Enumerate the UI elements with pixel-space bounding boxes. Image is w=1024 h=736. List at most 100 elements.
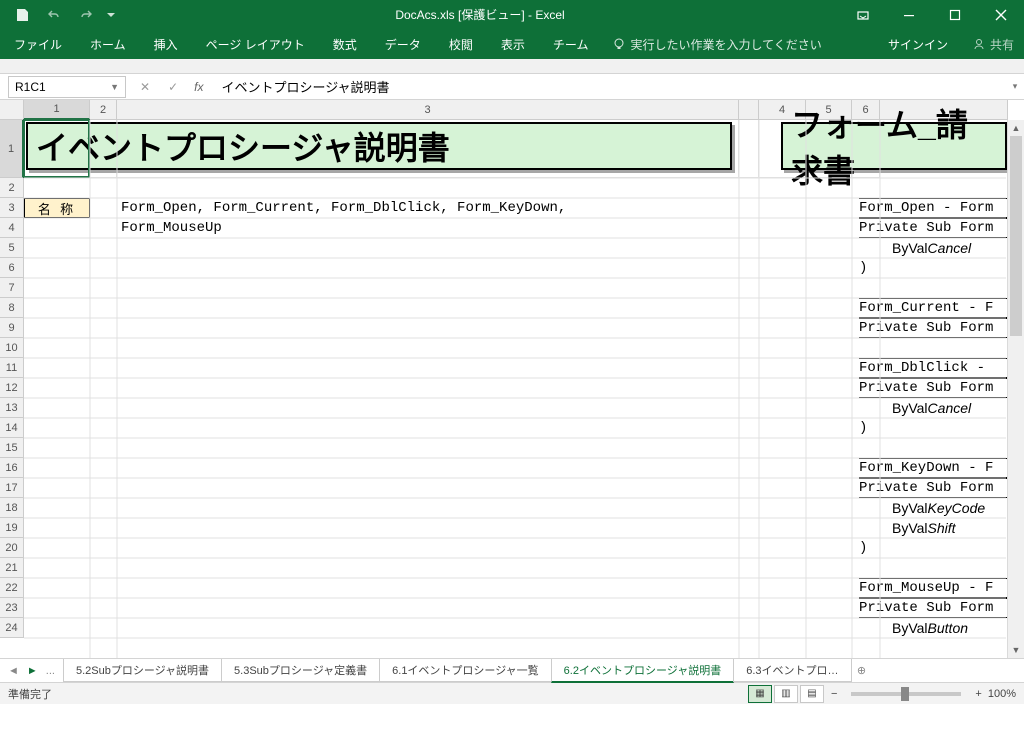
insert-function-icon[interactable]: fx xyxy=(188,80,209,94)
share-button[interactable]: 共有 xyxy=(962,36,1024,53)
save-icon[interactable] xyxy=(6,0,38,29)
sheet-tab-active[interactable]: 6.2イベントプロシージャ説明書 xyxy=(551,659,735,683)
code-line[interactable]: ) xyxy=(859,258,867,278)
name-box[interactable]: R1C1 ▼ xyxy=(8,76,126,98)
col-header[interactable]: 1 xyxy=(24,100,90,120)
code-line[interactable]: Form_DblClick - xyxy=(859,358,1009,378)
row-header[interactable]: 14 xyxy=(0,418,24,438)
enter-formula-icon[interactable]: ✓ xyxy=(168,80,178,94)
qat-customize-icon[interactable] xyxy=(102,0,120,29)
code-line[interactable]: Form_Current - F xyxy=(859,298,1009,318)
code-line[interactable]: ) xyxy=(859,538,867,558)
sheet-nav-ellipsis[interactable]: ... xyxy=(46,665,55,677)
row-header[interactable]: 7 xyxy=(0,278,24,298)
scroll-down-icon[interactable]: ▼ xyxy=(1008,642,1024,658)
ribbon-options-icon[interactable] xyxy=(840,0,886,29)
row-header[interactable]: 22 xyxy=(0,578,24,598)
tab-data[interactable]: データ xyxy=(371,29,435,59)
tab-home[interactable]: ホーム xyxy=(76,29,140,59)
row-header[interactable]: 18 xyxy=(0,498,24,518)
row-header[interactable]: 2 xyxy=(0,178,24,198)
tab-review[interactable]: 校閲 xyxy=(435,29,487,59)
row-header[interactable]: 24 xyxy=(0,618,24,638)
cell-r3c3[interactable]: Form_Open, Form_Current, Form_DblClick, … xyxy=(117,198,739,218)
formula-bar-expand-icon[interactable]: ▾ xyxy=(1006,81,1024,92)
name-box-dropdown-icon[interactable]: ▼ xyxy=(110,82,119,92)
row-header[interactable]: 4 xyxy=(0,218,24,238)
col-header[interactable]: 3 xyxy=(117,100,739,120)
row-header[interactable]: 19 xyxy=(0,518,24,538)
signin-button[interactable]: サインイン xyxy=(874,36,962,53)
view-normal-icon[interactable]: ▦ xyxy=(748,685,772,703)
row-header[interactable]: 11 xyxy=(0,358,24,378)
code-line[interactable]: Private Sub Form xyxy=(859,218,1009,238)
cell-r4c3[interactable]: Form_MouseUp xyxy=(117,218,739,238)
row-header[interactable]: 15 xyxy=(0,438,24,458)
maximize-icon[interactable] xyxy=(932,0,978,29)
code-line[interactable]: ) xyxy=(859,418,867,438)
code-line[interactable]: Private Sub Form xyxy=(859,378,1009,398)
tab-formulas[interactable]: 数式 xyxy=(319,29,371,59)
tab-team[interactable]: チーム xyxy=(539,29,603,59)
code-line[interactable]: Form_MouseUp - F xyxy=(859,578,1009,598)
add-sheet-icon[interactable]: ⊕ xyxy=(851,664,873,677)
cell-label-name[interactable]: 名 称 xyxy=(24,198,90,218)
tab-file[interactable]: ファイル xyxy=(0,29,76,59)
undo-icon[interactable] xyxy=(38,0,70,29)
col-header[interactable]: 2 xyxy=(90,100,117,120)
vertical-scrollbar[interactable]: ▲ ▼ xyxy=(1007,120,1024,658)
code-text: ByVal xyxy=(892,500,928,516)
select-all-cell[interactable] xyxy=(0,100,24,120)
scrollbar-thumb[interactable] xyxy=(1010,136,1022,336)
sheet-nav-next-icon[interactable]: ► xyxy=(27,665,38,677)
tab-pagelayout[interactable]: ページ レイアウト xyxy=(192,29,319,59)
code-line[interactable]: Form_Open - Form xyxy=(859,198,1009,218)
code-line[interactable]: Form_KeyDown - F xyxy=(859,458,1009,478)
row-header[interactable]: 5 xyxy=(0,238,24,258)
row-header[interactable]: 17 xyxy=(0,478,24,498)
redo-icon[interactable] xyxy=(70,0,102,29)
sheet-nav-first-icon[interactable]: ◄ xyxy=(8,665,19,677)
code-line[interactable]: Private Sub Form xyxy=(859,318,1009,338)
row-header[interactable]: 9 xyxy=(0,318,24,338)
row-header[interactable]: 23 xyxy=(0,598,24,618)
col-header[interactable] xyxy=(739,100,759,120)
row-header[interactable]: 6 xyxy=(0,258,24,278)
sheet-tab[interactable]: 6.3イベントプロ… xyxy=(733,659,851,682)
minimize-icon[interactable] xyxy=(886,0,932,29)
share-label: 共有 xyxy=(990,36,1014,53)
formula-bar: R1C1 ▼ ✕ ✓ fx イベントプロシージャ説明書 ▾ xyxy=(0,74,1024,100)
code-line[interactable]: Private Sub Form xyxy=(859,478,1009,498)
zoom-out-icon[interactable]: − xyxy=(831,688,837,700)
row-header[interactable]: 10 xyxy=(0,338,24,358)
row-header[interactable]: 3 xyxy=(0,198,24,218)
sheet-tab[interactable]: 6.1イベントプロシージャ一覧 xyxy=(379,659,552,682)
view-pagelayout-icon[interactable]: ▥ xyxy=(774,685,798,703)
row-header[interactable]: 1 xyxy=(0,120,24,178)
row-header[interactable]: 20 xyxy=(0,538,24,558)
tab-view[interactable]: 表示 xyxy=(487,29,539,59)
tell-me-box[interactable]: 実行したい作業を入力してください xyxy=(602,36,831,53)
row-header[interactable]: 8 xyxy=(0,298,24,318)
zoom-level[interactable]: 100% xyxy=(988,688,1016,700)
cells-area[interactable]: イベントプロシージャ説明書 フォーム_請求書 名 称 Form_Open, Fo… xyxy=(24,120,1006,658)
scroll-up-icon[interactable]: ▲ xyxy=(1008,120,1024,136)
sheet-tab[interactable]: 5.3Subプロシージャ定義書 xyxy=(221,659,380,682)
form-title-cell[interactable]: フォーム_請求書 xyxy=(781,122,1007,170)
view-pagebreak-icon[interactable]: ▤ xyxy=(800,685,824,703)
row-header[interactable]: 13 xyxy=(0,398,24,418)
zoom-slider-handle[interactable] xyxy=(901,687,909,701)
tab-insert[interactable]: 挿入 xyxy=(140,29,192,59)
sheet-tab[interactable]: 5.2Subプロシージャ説明書 xyxy=(63,659,222,682)
row-header[interactable]: 16 xyxy=(0,458,24,478)
zoom-in-icon[interactable]: + xyxy=(975,688,981,700)
formula-input[interactable]: イベントプロシージャ説明書 xyxy=(209,77,1006,96)
cancel-formula-icon[interactable]: ✕ xyxy=(140,80,150,94)
zoom-slider[interactable] xyxy=(851,692,961,696)
code-line[interactable]: Private Sub Form xyxy=(859,598,1009,618)
window-controls xyxy=(840,0,1024,29)
row-header[interactable]: 21 xyxy=(0,558,24,578)
row-header[interactable]: 12 xyxy=(0,378,24,398)
doc-title-cell[interactable]: イベントプロシージャ説明書 xyxy=(26,122,732,170)
close-icon[interactable] xyxy=(978,0,1024,29)
